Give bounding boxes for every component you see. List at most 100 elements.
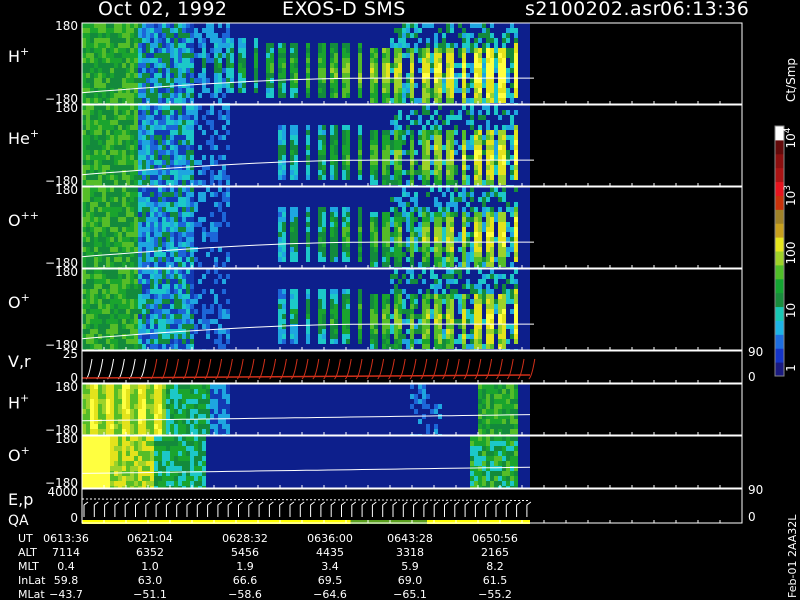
panel-label: V,r [8,352,31,371]
footer-value: 0621:04 [127,532,173,545]
colorbar-unit: Ct/Smp [784,58,798,102]
footer-value: 69.5 [318,574,343,587]
colorbar-tick-label: 104 [783,127,798,148]
footer-value: 63.0 [138,574,163,587]
footer-row-name: UT [18,532,33,545]
footer-value: 69.0 [398,574,423,587]
colorbar-tick-label: 10 [784,303,798,318]
colorbar-swatch [775,278,784,294]
y-axis-top-label: 4000 [47,485,78,499]
footer-value: −64.6 [313,588,347,600]
side-label: Feb-01 2AA32L [786,514,799,598]
footer-value: 61.5 [483,574,508,587]
colorbar-swatch [775,334,784,349]
panel-background [82,489,530,523]
colorbar-swatch [775,320,784,335]
footer-value: 5.9 [401,560,419,573]
plot-canvas: H+180−180He+180−180O++180−180O+180−180V,… [8,19,799,600]
panel-0: H+180−180 [8,19,743,106]
footer-value: −51.1 [133,588,167,600]
colorbar-swatch [775,264,784,280]
panel-label: H+ [8,45,29,66]
title-date: Oct 02, 1992 [98,0,228,20]
footer-value: −65.1 [393,588,427,600]
footer-row-name: InLat [18,574,46,587]
footer-row-name: MLat [18,588,45,600]
footer-value: −58.6 [228,588,262,600]
footer-value: 3.4 [321,560,339,573]
y-axis-top-label: 25 [63,347,78,361]
footer-value: 5456 [231,546,259,559]
footer-value: 0643:28 [387,532,433,545]
footer-value: 0613:36 [43,532,89,545]
panel-3: O+180−180 [8,265,743,352]
footer-table: UT 0613:36 0621:04 0628:32 0636:00 0643:28 065… [18,532,518,600]
panel-6: O+180−180 [8,432,743,490]
panel-label-qa: QA [8,513,29,529]
title-time: 06:13:36 [660,0,750,20]
title-instrument: EXOS-D SMS [282,0,406,20]
panel-7: E,p QA 4000 0 90 0 [8,483,763,529]
footer-value: 7114 [52,546,80,559]
panel-4: V,r 250900 [8,345,763,385]
panel-label-superscript: + [21,291,30,304]
colorbar-swatch [775,209,784,224]
footer-value: 59.8 [54,574,79,587]
panel-label: O++ [8,209,39,230]
panel-label: O+ [8,291,30,312]
footer-value: 2165 [481,546,509,559]
panel-1: He+180−180 [8,101,743,188]
panel-label: H+ [8,391,29,412]
colorbar-swatch [775,153,784,169]
footer-value: −55.2 [478,588,512,600]
colorbar-swatch [775,167,784,183]
y-axis-right-bottom-label: 0 [748,370,756,384]
footer-value: 0636:00 [307,532,353,545]
footer-row-name: ALT [18,546,37,559]
panel-label-superscript: + [30,127,39,140]
colorbar-tick-exponent: 3 [783,185,793,191]
colorbar-swatch [775,251,784,266]
footer-value: 4435 [316,546,344,559]
footer-value: 8.2 [486,560,504,573]
footer-value: −43.7 [49,588,83,600]
colorbar-swatch [775,348,784,363]
panel-label: He+ [8,127,39,148]
footer-value: 66.6 [233,574,258,587]
y-axis-top-label: 180 [55,19,78,33]
colorbar-tick-label: 103 [783,185,798,206]
y-axis-top-label: 180 [55,101,78,115]
footer-value: 0.4 [57,560,75,573]
footer-value: 0628:32 [222,532,268,545]
panel-label-superscript: + [20,391,29,404]
panel-5: H+180−180 [8,380,743,437]
title-file: s2100202.asr [525,0,661,20]
footer-value: 0650:56 [472,532,518,545]
colorbar-swatch [775,306,784,321]
panel-2: O++180−180 [8,183,743,270]
colorbar-tick-exponent: 4 [783,127,793,133]
footer-value: 1.0 [141,560,159,573]
footer-row-name: MLT [18,560,39,573]
y-axis-top-label: 180 [55,380,78,394]
y-axis-right-top-label: 90 [748,483,763,497]
panel-label-superscript: + [21,444,30,457]
y-axis-top-label: 180 [55,183,78,197]
colorbar: 104 103 100 10 1 Ct/Smp [774,58,798,377]
colorbar-swatch [775,362,784,377]
colorbar-swatch [775,195,784,210]
colorbar-swatch [775,139,784,155]
panel-label: E,p [8,490,33,509]
y-axis-top-label: 180 [55,265,78,279]
footer-value: 1.9 [236,560,254,573]
colorbar-swatch [775,237,784,252]
colorbar-tick-label: 100 [784,242,798,265]
footer-value: 3318 [396,546,424,559]
y-axis-right-bottom-label: 0 [748,510,756,524]
panel-label-superscript: ++ [21,209,39,222]
y-axis-bottom-label: 0 [70,511,78,525]
y-axis-right-top-label: 90 [748,345,763,359]
colorbar-swatch [775,292,784,308]
panel-label-superscript: + [20,45,29,58]
colorbar-swatch [775,223,784,238]
